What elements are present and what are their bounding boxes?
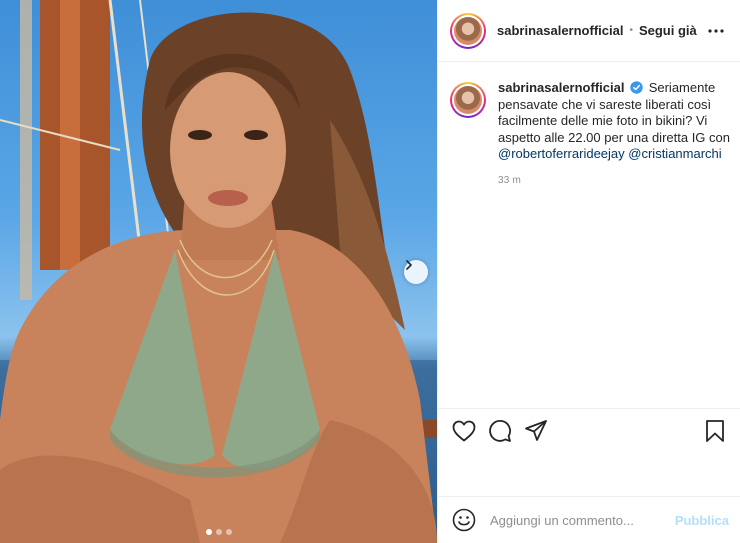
chevron-right-icon: [406, 260, 412, 270]
carousel-next-button[interactable]: [404, 260, 428, 284]
caption-username[interactable]: sabrinasalernofficial: [498, 80, 624, 95]
bookmark-icon: [706, 420, 724, 442]
avatar-image: [454, 16, 482, 45]
avatar[interactable]: [450, 12, 486, 49]
avatar-image: [454, 86, 482, 114]
caption-avatar[interactable]: [450, 82, 486, 118]
verified-badge-icon: [630, 81, 643, 94]
emoji-button[interactable]: [452, 508, 476, 532]
mention-link[interactable]: @robertoferrarideejay: [498, 146, 625, 161]
emoji-smiley-icon: [452, 508, 476, 532]
carousel-indicator: [0, 529, 437, 535]
more-horizontal-icon: [708, 28, 724, 33]
post-caption: sabrinasalernofficial Seriamente pensava…: [450, 80, 732, 186]
publish-button[interactable]: Pubblica: [675, 513, 729, 528]
caption-body: sabrinasalernofficial Seriamente pensava…: [498, 80, 732, 163]
more-options-button[interactable]: [704, 19, 728, 43]
comment-input[interactable]: [490, 512, 675, 528]
post-photo[interactable]: [0, 0, 437, 543]
header-separator: •: [629, 25, 633, 36]
comment-button[interactable]: [482, 411, 518, 451]
post-timestamp[interactable]: 33 m: [498, 175, 732, 186]
share-button[interactable]: [518, 411, 554, 451]
mention-link[interactable]: @cristianmarchi: [628, 146, 721, 161]
action-bar: [438, 408, 740, 453]
post-header: sabrinasalernofficial • Segui già: [438, 0, 740, 62]
carousel-dot: [225, 529, 232, 535]
carousel-dot: [215, 529, 222, 535]
comment-bubble-icon: [489, 420, 511, 442]
following-button[interactable]: Segui già: [639, 23, 697, 38]
post-side-panel: sabrinasalernofficial • Segui già sabrin…: [437, 0, 740, 543]
like-button[interactable]: [446, 411, 482, 451]
header-username[interactable]: sabrinasalernofficial: [497, 23, 623, 38]
photo-illustration: [0, 0, 437, 543]
carousel-dot: [205, 529, 212, 535]
send-paper-plane-icon: [525, 420, 547, 441]
heart-icon: [452, 420, 476, 442]
save-button[interactable]: [697, 411, 733, 451]
add-comment-bar: Pubblica: [438, 496, 740, 543]
